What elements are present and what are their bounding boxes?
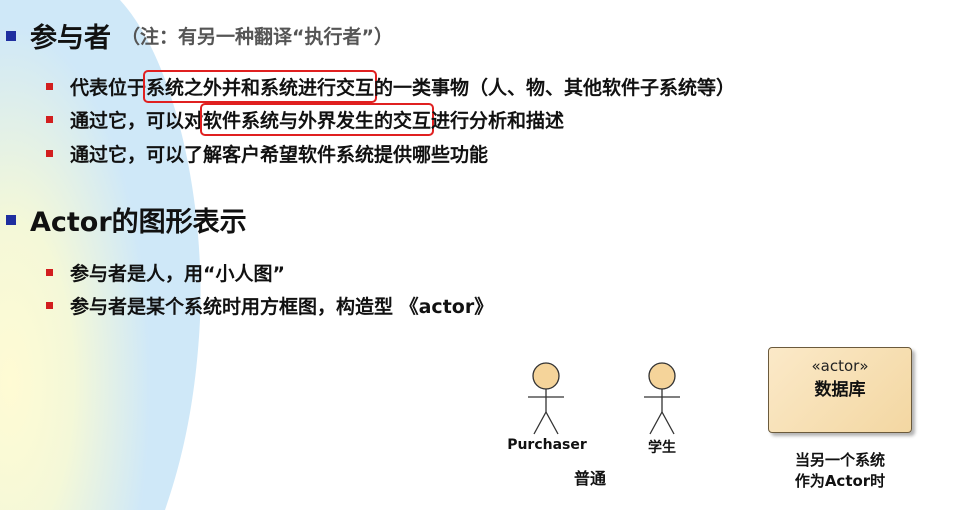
bullet-item: 参与者是某个系统时用方框图，构造型 《actor》 xyxy=(46,292,493,319)
heading-title: 参与者 xyxy=(30,23,111,54)
bullet-square xyxy=(6,30,16,41)
bullet-square xyxy=(46,150,53,157)
bullet-text: 的一类事物（人、物、其他软件子系统等） xyxy=(374,77,736,99)
bullet-square xyxy=(46,269,53,276)
bullet-text: 通过它，可以了解客户希望软件系统提供哪些功能 xyxy=(70,144,489,166)
system-caption-line1: 当另一个系统 xyxy=(794,451,885,469)
heading-title: Actor的图形表示 xyxy=(30,207,247,238)
bullet-item: 通过它，可以了解客户希望软件系统提供哪些功能 xyxy=(46,140,488,167)
bullet-text: 进行分析和描述 xyxy=(431,110,565,132)
box-name: 数据库 xyxy=(814,380,866,400)
bullet-square xyxy=(46,116,53,123)
bullet-text: 代表位于 xyxy=(70,77,147,99)
highlighted-text: 系统之外并和系统进行交互 xyxy=(143,70,378,103)
bullet-item: 代表位于 系统之外并和系统进行交互 的一类事物（人、物、其他软件子系统等） xyxy=(46,70,736,103)
actor-box: «actor» 数据库 xyxy=(768,347,912,433)
bullet-item: 通过它，可以对 软件系统与外界发生的交互 进行分析和描述 xyxy=(46,103,565,136)
heading-actor-graphics: Actor的图形表示 xyxy=(6,200,247,239)
system-caption-line2: 作为Actor时 xyxy=(794,472,886,490)
heading-note: （注：有另一种翻译“执行者”） xyxy=(121,26,393,48)
stick-figure-icon xyxy=(528,362,564,435)
stereotype-label: «actor» xyxy=(811,357,869,375)
ordinary-caption: 普通 xyxy=(573,469,606,488)
bullet-item: 参与者是人，用“小人图” xyxy=(46,259,285,286)
bullet-square xyxy=(6,214,16,225)
actor-label: 学生 xyxy=(648,440,676,456)
heading-participant: 参与者 （注：有另一种翻译“执行者”） xyxy=(6,16,393,55)
highlighted-text: 软件系统与外界发生的交互 xyxy=(200,103,435,136)
stick-figure-icon xyxy=(644,362,680,435)
bullet-text: 参与者是人，用“小人图” xyxy=(70,263,285,285)
bullet-text: 通过它，可以对 xyxy=(70,110,204,132)
bullet-square xyxy=(46,302,53,309)
bullet-square xyxy=(46,83,53,90)
bullet-text: 参与者是某个系统时用方框图，构造型 《actor》 xyxy=(70,296,494,318)
actor-label: Purchaser xyxy=(507,437,587,453)
